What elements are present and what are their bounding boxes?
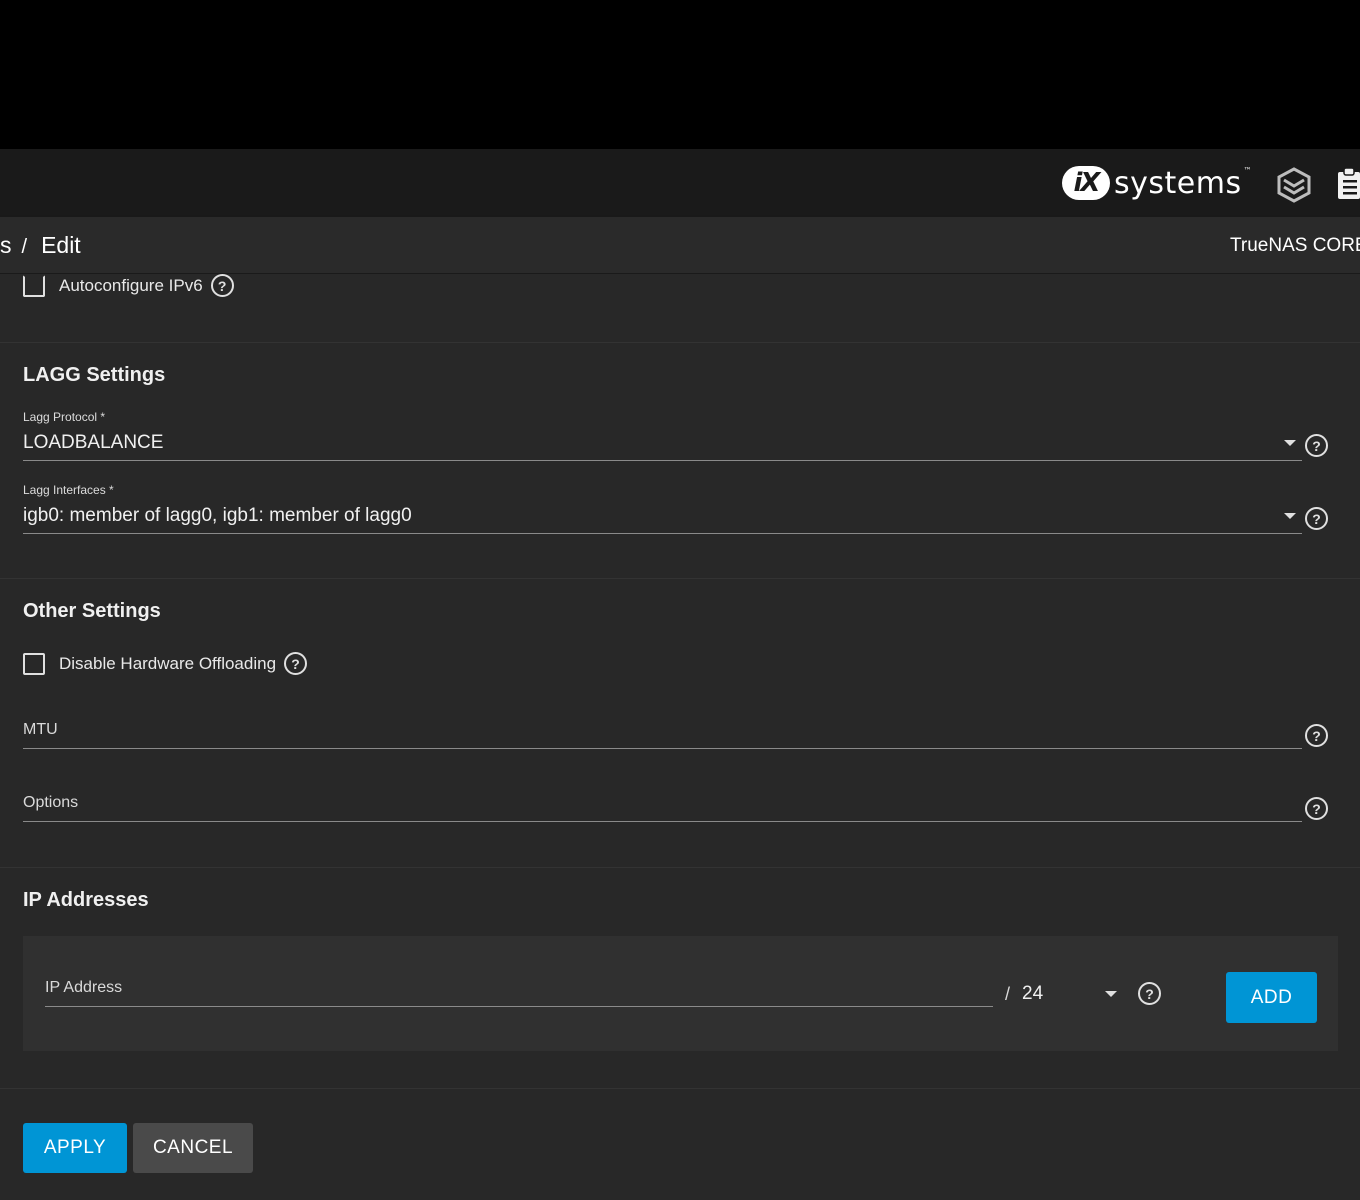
- help-icon[interactable]: ?: [1305, 434, 1328, 457]
- help-icon[interactable]: ?: [1138, 982, 1161, 1005]
- lagg-settings-title: LAGG Settings: [23, 364, 166, 386]
- autoconfigure-ipv6-row: Autoconfigure IPv6 ?: [23, 274, 234, 297]
- lagg-interfaces-select[interactable]: igb0: member of lagg0, igb1: member of l…: [23, 505, 412, 527]
- lagg-protocol-select[interactable]: LOADBALANCE: [23, 432, 163, 454]
- lagg-interfaces-underline: [23, 533, 1302, 534]
- form-content: [0, 274, 1360, 1200]
- section-divider: [0, 867, 1360, 868]
- disable-hardware-offloading-row: Disable Hardware Offloading ?: [23, 652, 308, 675]
- mtu-input[interactable]: MTU: [23, 721, 58, 739]
- other-settings-title: Other Settings: [23, 600, 161, 622]
- help-icon[interactable]: ?: [210, 274, 234, 297]
- options-underline: [23, 821, 1302, 822]
- ix-logo-mark: iX: [1062, 166, 1110, 200]
- ip-address-underline: [45, 1006, 993, 1007]
- help-icon[interactable]: ?: [284, 652, 308, 675]
- cancel-button[interactable]: CANCEL: [133, 1123, 253, 1173]
- netmask-select[interactable]: 24: [1022, 983, 1043, 1005]
- netmask-slash: /: [1005, 984, 1011, 1004]
- help-icon[interactable]: ?: [1305, 724, 1328, 747]
- breadcrumb-current: Edit: [41, 232, 81, 258]
- lagg-protocol-underline: [23, 460, 1302, 461]
- mtu-underline: [23, 748, 1302, 749]
- disable-hardware-offloading-checkbox[interactable]: [23, 652, 45, 675]
- breadcrumb-separator: /: [21, 236, 28, 258]
- chevron-down-icon[interactable]: [1105, 991, 1117, 997]
- section-divider: [0, 578, 1360, 579]
- ixsystems-logo[interactable]: iX systems ™: [1062, 163, 1252, 203]
- lagg-interfaces-label: Lagg Interfaces *: [23, 483, 114, 497]
- ip-address-input[interactable]: IP Address: [45, 979, 122, 997]
- help-icon[interactable]: ?: [1305, 507, 1328, 530]
- autoconfigure-ipv6-label[interactable]: Autoconfigure IPv6: [59, 276, 203, 296]
- product-name: TrueNAS CORE: [1230, 235, 1360, 256]
- autoconfigure-ipv6-checkbox[interactable]: [23, 274, 45, 297]
- section-divider: [0, 1088, 1360, 1089]
- add-button[interactable]: ADD: [1226, 972, 1317, 1023]
- chevron-down-icon[interactable]: [1284, 440, 1296, 446]
- ip-addresses-title: IP Addresses: [23, 889, 149, 911]
- logo-text: systems ™: [1114, 165, 1253, 201]
- disable-hardware-offloading-label[interactable]: Disable Hardware Offloading: [59, 654, 276, 674]
- apply-button[interactable]: APPLY: [23, 1123, 127, 1173]
- clipboard-icon[interactable]: [1336, 167, 1360, 201]
- chevron-down-icon[interactable]: [1284, 513, 1296, 519]
- breadcrumb: s / Edit: [0, 232, 81, 259]
- section-divider: [0, 342, 1360, 343]
- truecommand-icon[interactable]: [1276, 167, 1312, 203]
- breadcrumb-bar: [0, 217, 1360, 274]
- help-icon[interactable]: ?: [1305, 797, 1328, 820]
- breadcrumb-parent-link[interactable]: s: [0, 232, 12, 258]
- options-input[interactable]: Options: [23, 794, 78, 812]
- lagg-protocol-label: Lagg Protocol *: [23, 410, 106, 424]
